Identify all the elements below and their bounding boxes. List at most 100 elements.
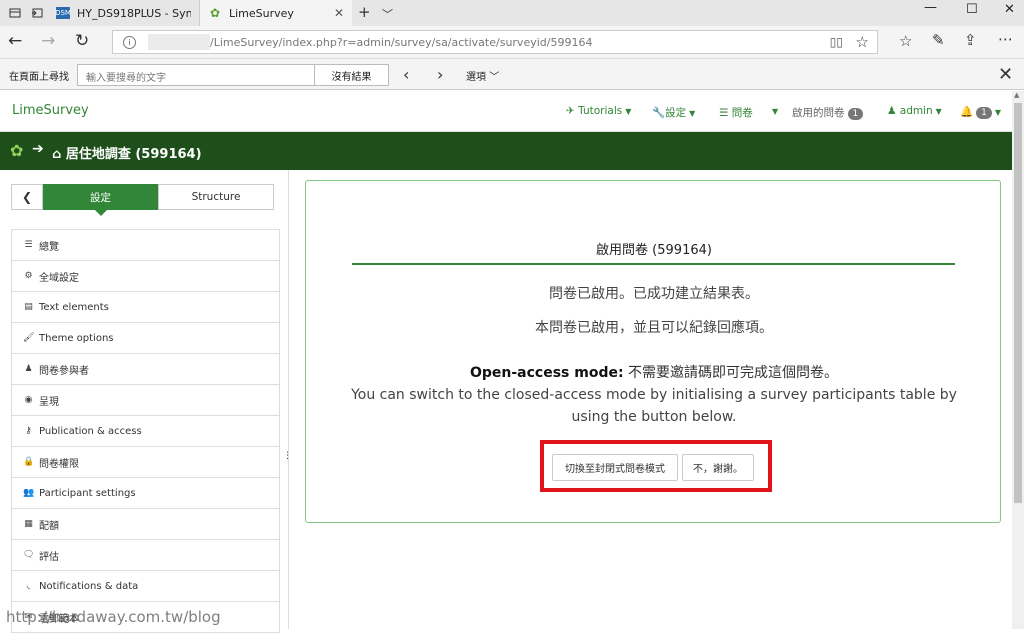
find-options-label: 選項	[466, 72, 486, 83]
collapse-sidebar-button[interactable]: ❮	[11, 184, 43, 210]
forward-icon[interactable]: →	[41, 31, 55, 51]
bell-icon: 🔔	[960, 106, 974, 118]
sidebar-item-label: 全域設定	[39, 272, 79, 284]
sidebar-item-presentation[interactable]: ◉ 呈現	[11, 385, 280, 416]
close-tab-icon[interactable]: ✕	[334, 6, 344, 20]
sidebar-item-text-elements[interactable]: ▤ Text elements	[11, 292, 280, 323]
set-aside-tabs-icon[interactable]	[28, 4, 46, 22]
no-thanks-button[interactable]: 不，謝謝。	[682, 454, 754, 481]
sidebar-item-label: 評估	[39, 551, 59, 563]
notifications-badge: 1	[976, 107, 992, 119]
active-surveys-link[interactable]: 啟用的問卷 1	[792, 105, 864, 120]
cogs-icon: ⚙	[24, 271, 33, 281]
brand-logo[interactable]: LimeSurvey	[12, 103, 89, 118]
surveys-menu[interactable]: ☰ 問卷	[719, 105, 753, 120]
comment-icon: 🗨	[23, 550, 35, 560]
sidebar: ❮ 設定 Structure ☰ 總覽 ⚙ 全域設定 ▤ Text elements …	[11, 170, 281, 633]
access-mode-text: 不需要邀請碼即可完成這個問卷。	[623, 365, 839, 381]
find-previous-icon[interactable]: ‹	[403, 65, 409, 84]
find-input[interactable]: 輸入要搜尋的文字	[77, 64, 315, 86]
favorites-hub-icon[interactable]: ☆	[899, 32, 912, 50]
share-icon[interactable]: ⇪	[964, 31, 977, 49]
sidebar-item-publication-access[interactable]: ⚷ Publication & access	[11, 416, 280, 447]
page-scrollbar[interactable]: ▲	[1012, 91, 1024, 629]
surveys-dropdown-toggle[interactable]: ▼	[769, 105, 778, 117]
maximize-icon[interactable]: ☐	[966, 2, 978, 17]
survey-header-bar: ✿ ➔ ⌂ 居住地調查 (599164)	[0, 132, 1012, 170]
sidebar-item-label: Participant settings	[39, 487, 136, 499]
scroll-thumb[interactable]	[1014, 103, 1022, 503]
tab-structure[interactable]: Structure	[158, 184, 274, 210]
arrow-right-icon: ➔	[32, 141, 44, 157]
paint-brush-icon: 🖌	[23, 333, 35, 343]
user-menu[interactable]: ♟ admin ▼	[887, 105, 942, 117]
find-bar: 在頁面上尋找 輸入要搜尋的文字 沒有結果 ‹ › 選項 ﹀ ✕	[0, 58, 1024, 90]
sidebar-item-general-settings[interactable]: ⚙ 全域設定	[11, 261, 280, 292]
scroll-up-icon[interactable]: ▲	[1014, 91, 1019, 99]
favorite-star-icon[interactable]: ☆	[856, 33, 869, 51]
file-text-icon: ▤	[24, 302, 33, 312]
list-icon: ☰	[719, 107, 729, 119]
sidebar-item-label: 總覽	[39, 241, 59, 253]
find-options[interactable]: 選項 ﹀	[466, 68, 499, 83]
sidebar-item-participant-settings[interactable]: 👥 Participant settings	[11, 478, 280, 509]
url-input[interactable]: i /LimeSurvey/index.php?r=admin/survey/s…	[112, 30, 878, 54]
reading-view-icon[interactable]: ▯▯	[830, 35, 843, 49]
tutorials-menu[interactable]: ✈ Tutorials ▼	[566, 105, 631, 117]
refresh-icon[interactable]: ↻	[75, 31, 89, 51]
tab-limesurvey[interactable]: ✿ LimeSurvey ✕	[200, 0, 352, 26]
chevron-down-icon: ﹀	[489, 72, 500, 83]
sidebar-item-overview[interactable]: ☰ 總覽	[11, 230, 280, 261]
list-icon: ☰	[24, 240, 33, 250]
new-tab-icon[interactable]: +	[358, 3, 371, 21]
wrench-icon: 🔧	[652, 107, 666, 119]
notifications-menu[interactable]: 🔔 1 ▼	[960, 105, 1001, 119]
minimize-icon[interactable]: —	[924, 0, 937, 15]
sidebar-item-survey-permissions[interactable]: 🔒 問卷權限	[11, 447, 280, 478]
sidebar-item-assessments[interactable]: 🗨 評估	[11, 540, 280, 571]
sidebar-item-label: 問卷參與者	[39, 365, 89, 377]
url-redacted	[148, 34, 210, 50]
caret-down-icon: ▼	[994, 108, 1001, 117]
caret-down-icon: ▼	[689, 109, 696, 118]
sidebar-item-label: Publication & access	[39, 425, 142, 437]
survey-title[interactable]: ⌂ 居住地調查 (599164)	[52, 143, 202, 162]
sidebar-item-quotas[interactable]: ▦ 配額	[11, 509, 280, 540]
survey-title-text: 居住地調查 (599164)	[65, 147, 202, 162]
resize-grip-icon[interactable]: ⋮	[283, 451, 292, 461]
card-title: 啟用問卷 (599164)	[596, 243, 712, 258]
close-window-icon[interactable]: ✕	[1004, 2, 1015, 17]
close-find-icon[interactable]: ✕	[998, 64, 1013, 85]
tab-list-chevron-down-icon[interactable]: ﹀	[382, 6, 393, 22]
tutorials-label: Tutorials	[578, 105, 623, 117]
sidebar-item-participants[interactable]: ♟ 問卷參與者	[11, 354, 280, 385]
tab-settings[interactable]: 設定	[43, 184, 158, 216]
settings-menu[interactable]: 🔧設定 ▼	[652, 105, 695, 120]
find-next-icon[interactable]: ›	[437, 65, 443, 84]
user-label: admin	[899, 105, 933, 117]
sidebar-item-label: Text elements	[39, 301, 109, 313]
highlight-box: 切換至封閉式問卷模式 不，謝謝。	[540, 440, 772, 492]
access-mode-message: Open-access mode: 不需要邀請碼即可完成這個問卷。	[306, 362, 1002, 382]
pen-notes-icon[interactable]: ✎	[932, 31, 945, 49]
site-info-icon[interactable]: i	[123, 35, 136, 49]
caret-down-icon: ▼	[625, 107, 632, 116]
tab-actions-icon[interactable]	[6, 4, 24, 22]
responses-recording-message: 本問卷已啟用，並且可以紀錄回應項。	[535, 320, 773, 336]
browser-tab-bar: DSM HY_DS918PLUS - Synology DiskStation …	[0, 0, 1024, 26]
tasks-icon: ▦	[24, 519, 33, 529]
more-menu-icon[interactable]: ⋯	[998, 30, 1013, 48]
sidebar-item-theme-options[interactable]: 🖌 Theme options	[11, 323, 280, 354]
back-icon[interactable]: ←	[8, 31, 22, 51]
activation-card: 啟用問卷 (599164) 問卷已啟用。已成功建立結果表。 本問卷已啟用，並且可…	[305, 180, 1001, 523]
address-bar: ← → ↻ i /LimeSurvey/index.php?r=admin/su…	[0, 26, 1024, 58]
sidebar-tabs: ❮ 設定 Structure	[11, 184, 274, 216]
switch-to-closed-access-button[interactable]: 切換至封閉式問卷模式	[552, 454, 678, 481]
url-text: /LimeSurvey/index.php?r=admin/survey/sa/…	[210, 35, 593, 49]
sidebar-divider	[288, 170, 289, 629]
eye-slash-icon: ◉	[24, 395, 33, 405]
limesurvey-logo-icon[interactable]: ✿	[10, 141, 23, 160]
caret-down-icon: ▼	[935, 107, 942, 116]
sidebar-item-notifications-data[interactable]: ◟ Notifications & data	[11, 571, 280, 602]
tab-synology[interactable]: DSM HY_DS918PLUS - Synology DiskStation	[48, 0, 200, 26]
